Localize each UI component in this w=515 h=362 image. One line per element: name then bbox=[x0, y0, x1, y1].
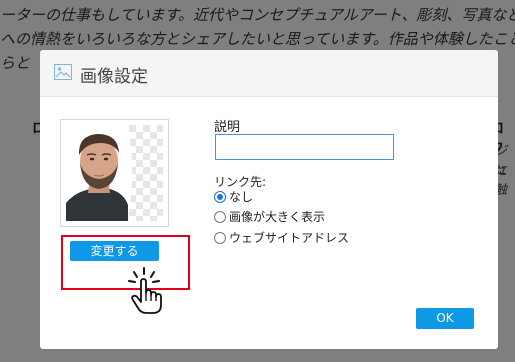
radio-unchecked-icon[interactable] bbox=[214, 211, 226, 223]
link-option-label: ウェブサイトアドレス bbox=[229, 231, 350, 245]
description-input[interactable] bbox=[215, 134, 394, 160]
image-settings-dialog: 画像設定 変更する 説明 リンク先: なし 画像が大きく表示 ウェブサイトアドレ… bbox=[40, 50, 498, 349]
hand-pointer-icon bbox=[126, 267, 166, 315]
link-option-label: なし bbox=[229, 190, 254, 204]
dialog-header: 画像設定 bbox=[40, 50, 498, 97]
radio-checked-icon[interactable] bbox=[214, 191, 226, 203]
image-preview bbox=[60, 119, 169, 227]
link-label: リンク先: bbox=[214, 175, 267, 189]
image-icon bbox=[54, 64, 72, 80]
description-label: 説明 bbox=[214, 120, 241, 135]
change-image-button[interactable]: 変更する bbox=[70, 241, 159, 261]
radio-unchecked-icon[interactable] bbox=[214, 232, 226, 244]
link-option-website[interactable]: ウェブサイトアドレス bbox=[214, 231, 349, 247]
link-option-none[interactable]: なし bbox=[214, 190, 253, 206]
link-option-enlarge[interactable]: 画像が大きく表示 bbox=[214, 210, 325, 226]
dialog-title: 画像設定 bbox=[80, 67, 148, 87]
ok-button[interactable]: OK bbox=[416, 308, 474, 329]
link-option-label: 画像が大きく表示 bbox=[229, 210, 326, 224]
portrait-image bbox=[66, 125, 163, 221]
